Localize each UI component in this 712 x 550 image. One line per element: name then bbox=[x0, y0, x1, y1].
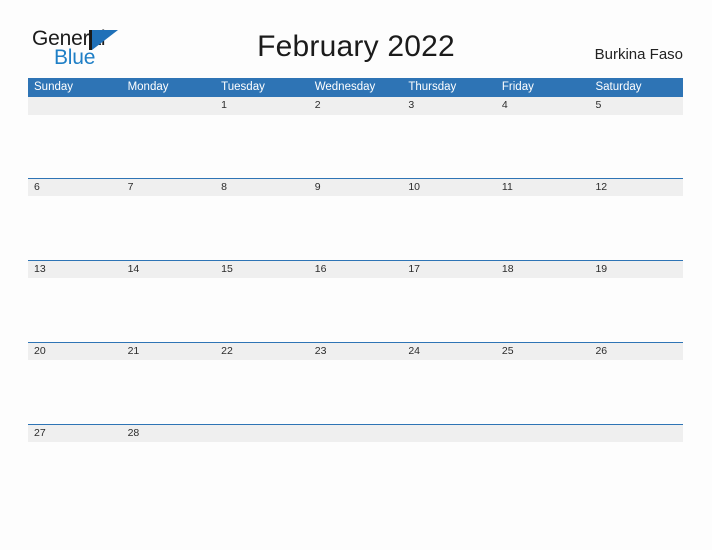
week-date-strip: 20 21 22 23 24 25 26 bbox=[28, 342, 683, 360]
locale-label: Burkina Faso bbox=[594, 46, 683, 63]
weekday-header-sunday: Sunday bbox=[34, 81, 74, 93]
day-cell[interactable] bbox=[215, 425, 309, 442]
week-date-strip: 27 28 bbox=[28, 424, 683, 442]
weekday-header-monday: Monday bbox=[127, 81, 169, 93]
day-cell[interactable] bbox=[496, 425, 590, 442]
week-event-area[interactable] bbox=[28, 360, 683, 424]
day-cell[interactable]: 3 bbox=[402, 97, 496, 115]
day-cell[interactable]: 22 bbox=[215, 343, 309, 360]
day-cell[interactable]: 16 bbox=[309, 261, 403, 278]
day-cell[interactable]: 14 bbox=[122, 261, 216, 278]
day-cell[interactable]: 26 bbox=[589, 343, 683, 360]
weekday-header-thursday: Thursday bbox=[408, 81, 457, 93]
day-cell[interactable] bbox=[122, 97, 216, 115]
calendar-week-row: 27 28 bbox=[28, 424, 683, 462]
week-date-strip: 6 7 8 9 10 11 12 bbox=[28, 178, 683, 196]
day-cell[interactable]: 23 bbox=[309, 343, 403, 360]
calendar-grid: Sunday Monday Tuesday Wednesday Thursday… bbox=[28, 78, 683, 462]
week-event-area[interactable] bbox=[28, 278, 683, 342]
day-cell[interactable]: 6 bbox=[28, 179, 122, 196]
day-cell[interactable]: 17 bbox=[402, 261, 496, 278]
week-event-area[interactable] bbox=[28, 196, 683, 260]
day-cell[interactable] bbox=[402, 425, 496, 442]
day-cell[interactable]: 1 bbox=[215, 97, 309, 115]
day-cell[interactable]: 15 bbox=[215, 261, 309, 278]
day-cell[interactable]: 24 bbox=[402, 343, 496, 360]
weekday-header-saturday: Saturday bbox=[595, 81, 642, 93]
weekday-header-wednesday: Wednesday bbox=[314, 81, 376, 93]
day-cell[interactable]: 5 bbox=[589, 97, 683, 115]
weekday-header-friday: Friday bbox=[501, 81, 534, 93]
day-cell[interactable] bbox=[309, 425, 403, 442]
weekday-header-row: Sunday Monday Tuesday Wednesday Thursday… bbox=[28, 78, 683, 97]
week-date-strip: 13 14 15 16 17 18 19 bbox=[28, 260, 683, 278]
day-cell[interactable]: 4 bbox=[496, 97, 590, 115]
day-cell[interactable]: 2 bbox=[309, 97, 403, 115]
day-cell[interactable]: 18 bbox=[496, 261, 590, 278]
weekday-header-tuesday: Tuesday bbox=[221, 81, 265, 93]
week-date-strip: 1 2 3 4 5 bbox=[28, 97, 683, 115]
calendar-week-row: 13 14 15 16 17 18 19 bbox=[28, 260, 683, 342]
day-cell[interactable]: 11 bbox=[496, 179, 590, 196]
day-cell[interactable]: 13 bbox=[28, 261, 122, 278]
day-cell[interactable]: 28 bbox=[122, 425, 216, 442]
day-cell[interactable]: 27 bbox=[28, 425, 122, 442]
week-event-area[interactable] bbox=[28, 442, 683, 462]
calendar-week-row: 1 2 3 4 5 bbox=[28, 97, 683, 178]
day-cell[interactable]: 9 bbox=[309, 179, 403, 196]
week-event-area[interactable] bbox=[28, 115, 683, 178]
day-cell[interactable]: 8 bbox=[215, 179, 309, 196]
day-cell[interactable]: 12 bbox=[589, 179, 683, 196]
day-cell[interactable]: 25 bbox=[496, 343, 590, 360]
day-cell[interactable]: 20 bbox=[28, 343, 122, 360]
day-cell[interactable]: 21 bbox=[122, 343, 216, 360]
calendar-week-row: 6 7 8 9 10 11 12 bbox=[28, 178, 683, 260]
day-cell[interactable] bbox=[28, 97, 122, 115]
day-cell[interactable] bbox=[589, 425, 683, 442]
page-header: General Blue February 2022 Burkina Faso bbox=[0, 0, 712, 78]
day-cell[interactable]: 7 bbox=[122, 179, 216, 196]
day-cell[interactable]: 10 bbox=[402, 179, 496, 196]
day-cell[interactable]: 19 bbox=[589, 261, 683, 278]
calendar-week-row: 20 21 22 23 24 25 26 bbox=[28, 342, 683, 424]
